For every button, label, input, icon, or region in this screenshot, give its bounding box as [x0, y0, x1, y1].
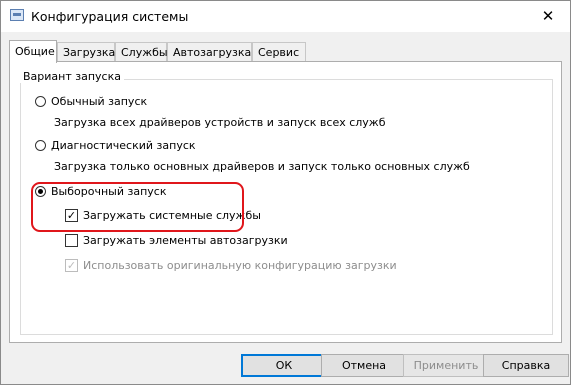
cancel-button[interactable]: Отмена — [321, 354, 407, 377]
load-startup-items-label[interactable]: Загружать элементы автозагрузки — [83, 234, 288, 247]
tab-startup[interactable]: Автозагрузка — [167, 42, 252, 61]
normal-startup-radio[interactable] — [35, 96, 46, 107]
selective-startup-highlight — [31, 182, 244, 232]
msconfig-icon — [10, 9, 24, 21]
diagnostic-startup-radio[interactable] — [35, 140, 46, 151]
tab-services[interactable]: Службы — [115, 42, 168, 61]
apply-button[interactable]: Применить — [403, 354, 489, 377]
title-bar: Конфигурация системы ✕ — [1, 1, 570, 32]
normal-startup-label[interactable]: Обычный запуск — [51, 95, 147, 108]
tab-boot[interactable]: Загрузка — [57, 42, 115, 61]
diagnostic-startup-label[interactable]: Диагностический запуск — [51, 139, 196, 152]
normal-startup-description: Загрузка всех драйверов устройств и запу… — [54, 116, 386, 129]
use-original-boot-config-checkbox: ✓ — [65, 259, 78, 272]
help-button[interactable]: Справка — [483, 354, 569, 377]
window-title: Конфигурация системы — [31, 9, 189, 24]
load-startup-items-checkbox[interactable] — [65, 234, 78, 247]
use-original-boot-config-label: Использовать оригинальную конфигурацию з… — [83, 259, 397, 272]
startup-selection-label: Вариант запуска — [20, 70, 124, 83]
close-button[interactable]: ✕ — [532, 4, 564, 28]
diagnostic-startup-description: Загрузка только основных драйверов и зап… — [54, 160, 470, 173]
tab-general[interactable]: Общие — [9, 40, 57, 63]
system-configuration-window: Конфигурация системы ✕ Общие Загрузка Сл… — [0, 0, 571, 385]
ok-button[interactable]: ОК — [241, 354, 327, 377]
tab-tools[interactable]: Сервис — [252, 42, 306, 61]
